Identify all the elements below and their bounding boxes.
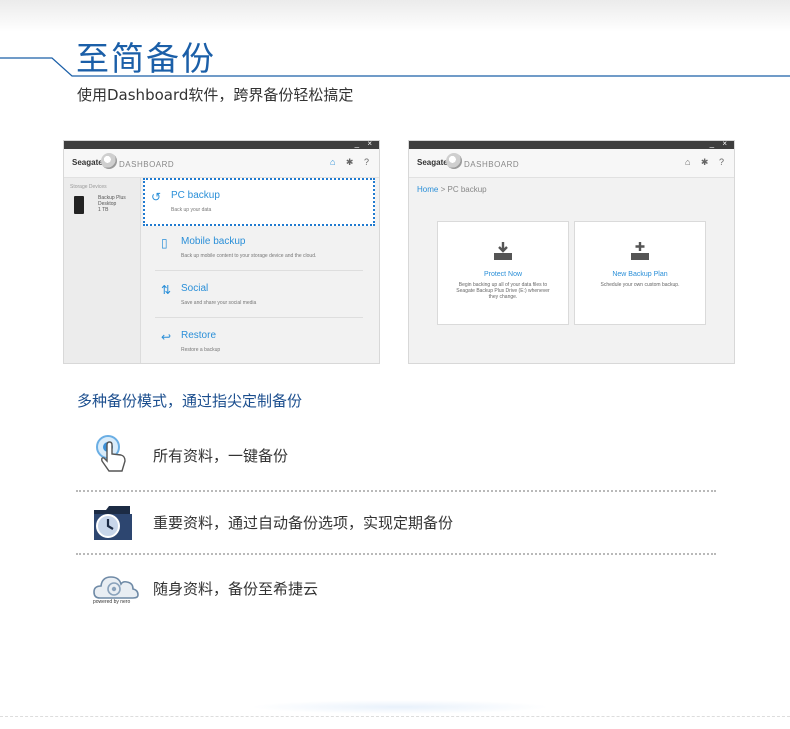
brand-name: Seagate — [417, 158, 448, 167]
menu-item-pc-backup[interactable]: ↺ PC backup Back up your data — [143, 178, 375, 226]
menu-item-restore[interactable]: ↩ Restore Restore a backup — [155, 320, 363, 363]
device-name: Backup Plus Desktop — [98, 195, 126, 207]
window-controls[interactable]: _ × — [710, 141, 730, 148]
drive-icon[interactable] — [74, 196, 84, 214]
dashboard-window-pc-backup: _ × Seagate DASHBOARD ⌂ ✱ ? Home > PC ba… — [408, 140, 735, 364]
home-icon[interactable]: ⌂ — [685, 157, 694, 167]
feature-one-click: 所有资料，一键备份 — [90, 433, 730, 481]
dashboard-window-menu: _ × Seagate DASHBOARD ⌂ ✱ ? Storage Devi… — [63, 140, 380, 364]
divider — [76, 490, 716, 492]
menu-item-title: Restore — [181, 330, 217, 341]
help-icon[interactable]: ? — [719, 157, 728, 167]
menu-item-title: Mobile backup — [181, 236, 246, 247]
card-desc: Schedule your own custom backup. — [600, 282, 680, 288]
help-icon[interactable]: ? — [364, 157, 373, 167]
card-desc: Begin backing up all of your data files … — [456, 282, 550, 300]
menu-item-mobile-backup[interactable]: ▯ Mobile backup Back up mobile content t… — [155, 226, 363, 271]
feature-text: 重要资料，通过自动备份选项，实现定期备份 — [153, 514, 454, 532]
feature-scheduled-backup: 重要资料，通过自动备份选项，实现定期备份 — [90, 500, 730, 548]
breadcrumb-separator: > — [440, 185, 446, 194]
page-subtitle: 使用Dashboard软件，跨界备份轻松搞定 — [77, 86, 354, 104]
breadcrumb-current: PC backup — [447, 185, 487, 194]
card-title: Protect Now — [483, 271, 523, 278]
menu-item-desc: Restore a backup — [181, 347, 221, 353]
clock-folder-icon — [94, 506, 132, 540]
menu-item-title: Social — [181, 283, 209, 294]
feature-text: 所有资料，一键备份 — [153, 447, 289, 465]
touch-hand-icon — [96, 435, 126, 472]
menu-item-social[interactable]: ⇅ Social Save and share your social medi… — [155, 273, 363, 318]
gear-icon[interactable]: ✱ — [701, 157, 713, 167]
window-titlebar: _ × — [409, 141, 734, 149]
app-name: DASHBOARD — [119, 160, 175, 169]
header-icons: ⌂ ✱ ? — [685, 157, 728, 168]
gear-icon[interactable]: ✱ — [346, 157, 358, 167]
feature-text: 随身资料，备份至希捷云 — [153, 580, 319, 598]
breadcrumb-home[interactable]: Home — [417, 185, 438, 194]
protect-now-card[interactable]: Protect Now Begin backing up all of your… — [437, 221, 569, 325]
card-title: New Backup Plan — [612, 271, 668, 278]
menu-item-desc: Save and share your social media — [181, 300, 257, 306]
share-arrows-icon: ⇅ — [161, 283, 172, 297]
menu-item-title: PC backup — [171, 190, 220, 201]
app-name: DASHBOARD — [464, 160, 520, 169]
top-gradient-band — [0, 0, 790, 32]
dashboard-logo-icon — [446, 153, 462, 169]
new-backup-plan-card[interactable]: New Backup Plan Schedule your own custom… — [574, 221, 706, 325]
restore-arrow-icon: ↩ — [161, 330, 172, 344]
menu-item-desc: Back up your data — [171, 207, 212, 213]
features-title: 多种备份模式，通过指尖定制备份 — [77, 392, 303, 410]
feature-cloud-backup: powered by nero 随身资料，备份至希捷云 — [90, 566, 730, 614]
device-size: 1 TB — [98, 207, 109, 213]
tablet-icon: ▯ — [161, 236, 168, 250]
window-titlebar: _ × — [64, 141, 379, 149]
add-drive-icon — [631, 242, 649, 260]
header-icons: ⌂ ✱ ? — [330, 157, 373, 168]
device-info[interactable]: Backup Plus Desktop 1 TB — [98, 195, 140, 213]
nero-badge: powered by nero — [93, 599, 131, 605]
bottom-glow — [250, 700, 550, 714]
menu-item-desc: Back up mobile content to your storage d… — [181, 253, 317, 259]
undo-arrow-icon: ↺ — [151, 190, 162, 204]
bottom-divider — [0, 716, 790, 717]
brand-name: Seagate — [72, 158, 103, 167]
app-header: Seagate DASHBOARD ⌂ ✱ ? — [409, 149, 734, 178]
dashboard-logo-icon — [101, 153, 117, 169]
window-controls[interactable]: _ × — [355, 141, 375, 148]
app-header: Seagate DASHBOARD ⌂ ✱ ? — [64, 149, 379, 178]
download-drive-icon — [494, 242, 512, 260]
sidebar: Storage Devices Backup Plus Desktop 1 TB — [64, 178, 141, 363]
divider — [76, 553, 716, 555]
main-menu: ↺ PC backup Back up your data ▯ Mobile b… — [143, 178, 375, 363]
home-icon[interactable]: ⌂ — [330, 157, 339, 167]
breadcrumb: Home > PC backup — [417, 185, 487, 194]
cloud-nero-icon — [93, 576, 139, 599]
sidebar-label: Storage Devices — [70, 184, 107, 190]
